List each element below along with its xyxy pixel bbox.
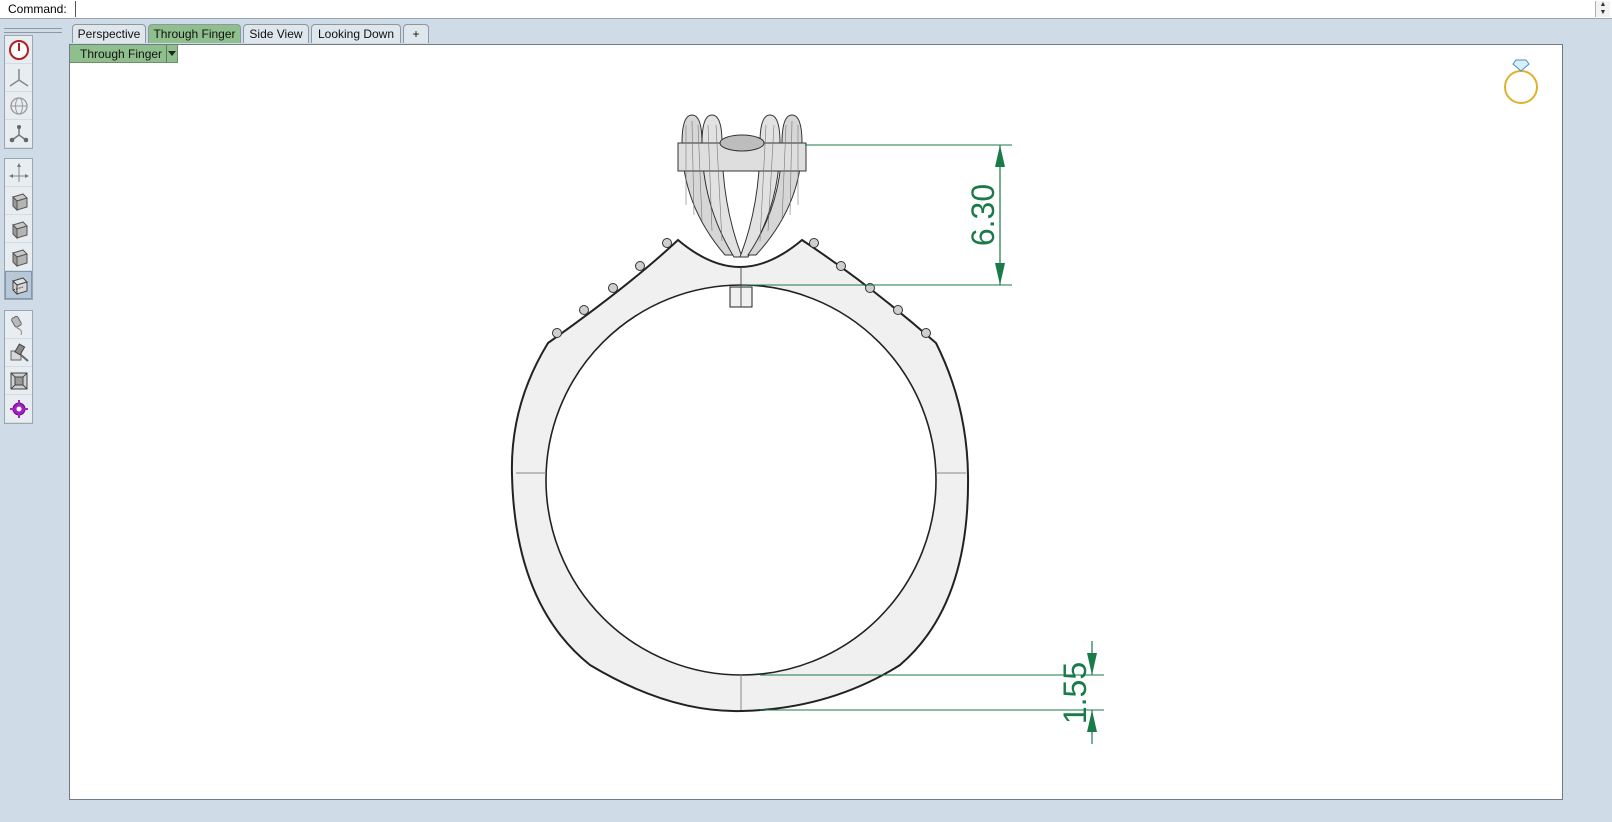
node-branch-icon[interactable]	[5, 120, 32, 148]
toolbar-group-1	[4, 35, 33, 149]
tab-perspective[interactable]: Perspective	[72, 24, 146, 43]
left-toolbar	[0, 20, 64, 822]
box-view-icon[interactable]	[5, 187, 32, 215]
add-tab-button[interactable]: +	[403, 24, 429, 43]
command-scroll[interactable]: ▲ ▼	[1595, 1, 1610, 17]
box-view-icon-2[interactable]	[5, 215, 32, 243]
tab-looking-down[interactable]: Looking Down	[311, 24, 401, 43]
command-input[interactable]	[75, 1, 1594, 17]
toolbar-group-3	[4, 310, 33, 424]
viewport-title[interactable]: Through Finger	[70, 45, 178, 63]
box-view-icon-3[interactable]	[5, 243, 32, 271]
toolbar-grip[interactable]	[4, 28, 62, 33]
command-label: Command:	[8, 2, 67, 16]
ring-head-prongs	[677, 114, 807, 258]
brush-icon[interactable]	[5, 311, 32, 339]
paint-tools-icon[interactable]	[5, 339, 32, 367]
purple-gear-icon[interactable]	[5, 395, 32, 423]
ring-shank	[510, 238, 970, 713]
viewport-title-label: Through Finger	[80, 47, 163, 61]
command-bar: Command: ▲ ▼	[0, 0, 1612, 19]
viewport-menu-arrow-icon[interactable]	[166, 45, 177, 62]
tab-through-finger[interactable]: Through Finger	[148, 24, 241, 43]
zoom-extents-icon[interactable]	[5, 367, 32, 395]
move-arrows-icon[interactable]	[5, 159, 32, 187]
scroll-down-icon[interactable]: ▼	[1596, 9, 1610, 17]
ring-logo-icon	[1504, 59, 1538, 104]
axes-star-icon[interactable]	[5, 64, 32, 92]
globe-icon[interactable]	[5, 92, 32, 120]
scroll-up-icon[interactable]: ▲	[1596, 1, 1610, 9]
tab-side-view[interactable]: Side View	[243, 24, 309, 43]
toolbar-group-2	[4, 158, 33, 300]
dimension-bottom-label: 1.55	[1057, 662, 1093, 724]
power-icon[interactable]	[5, 36, 32, 64]
box-wireframe-icon[interactable]	[5, 271, 32, 299]
ring-drawing: 6.30 1.55	[510, 59, 1538, 744]
dimension-top-label: 6.30	[965, 184, 1001, 246]
viewport[interactable]: 6.30 1.55 Through Finger	[69, 44, 1563, 800]
plus-icon: +	[412, 27, 420, 41]
